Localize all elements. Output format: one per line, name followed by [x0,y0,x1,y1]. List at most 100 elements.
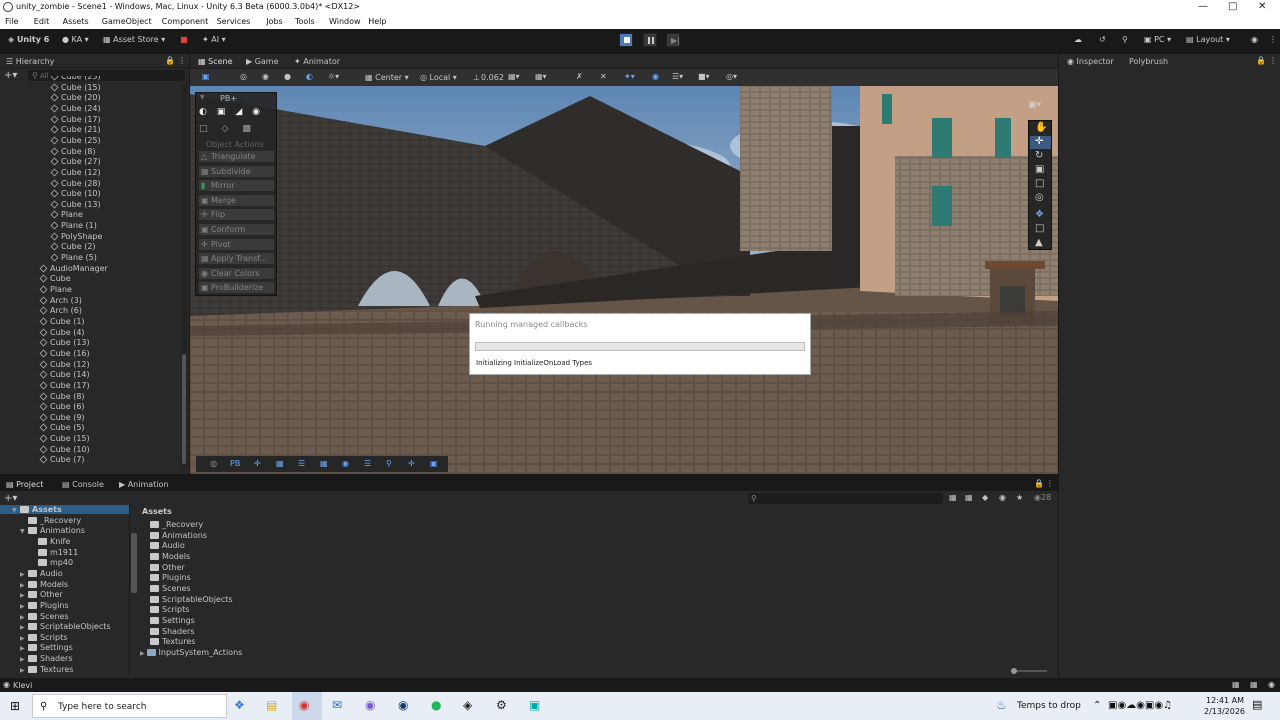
menu-jobs[interactable]: Jobs [266,17,283,26]
settings-icon[interactable]: ▣ [430,459,438,468]
project-tree-item[interactable]: ▶ Settings [20,643,73,652]
layers-icon[interactable]: ☰ [364,459,371,468]
pb-action-pivot[interactable]: ✛ Pivot [199,238,274,250]
gizmo-icon[interactable]: ✦▾ [624,72,635,81]
tab-polybrush[interactable]: Polybrush [1129,57,1168,66]
project-asset-item[interactable]: _Recovery [150,520,203,529]
lock-icon[interactable]: 🔒 [165,56,175,65]
more-icon[interactable]: ⋮ [1269,56,1277,65]
filter-icon[interactable]: ▦ [949,493,957,502]
expand-arrow-icon[interactable]: ▶ [20,645,28,652]
breadcrumb[interactable]: Assets [142,507,172,516]
favorite-icon[interactable]: ★ [1016,493,1023,502]
copilot-icon[interactable]: ❖ [234,698,245,712]
visibility-icon[interactable]: ◉ [652,72,659,81]
project-tree-item[interactable]: ▶ Other [20,590,63,599]
mail-icon[interactable]: ✉ [332,698,342,712]
hierarchy-item[interactable]: Cube (9) [39,413,85,422]
pb-action-subdivide[interactable]: ▦ Subdivide [199,165,274,177]
project-tree-item[interactable]: ▶ Plugins [20,601,69,610]
menu-edit[interactable]: Edit [34,17,50,26]
rotate-tool-icon[interactable]: ↻ [1035,150,1043,161]
menu-assets[interactable]: Assets [63,17,89,26]
menu-gameobject[interactable]: GameObject [102,17,152,26]
hierarchy-item[interactable]: Cube (10) [39,445,90,454]
hierarchy-item[interactable]: Arch (6) [39,306,82,315]
hierarchy-item[interactable]: Cube (12) [50,168,101,177]
zoom-slider[interactable] [1011,668,1047,674]
face-icon[interactable]: ☰ [298,459,305,468]
grid-icon[interactable]: ▦ [320,459,328,468]
layers-icon[interactable]: ☰▾ [672,72,683,81]
clock-time[interactable]: 12:41 AM [1206,696,1244,705]
poly-tool-icon[interactable]: ▲ [1035,237,1043,248]
account-dropdown[interactable]: ● KA ▾ [62,35,89,44]
rect-tool-icon[interactable]: □ [1035,178,1044,189]
menu-window[interactable]: Window [329,17,361,26]
hierarchy-item[interactable]: Cube (17) [39,381,90,390]
hierarchy-item[interactable]: Cube (5) [39,423,85,432]
project-tree-item[interactable]: ▶ ScriptableObjects [20,622,111,631]
debug-icon[interactable]: ▦ [1250,680,1258,689]
hierarchy-item[interactable]: Plane [50,210,83,219]
asset-store-button[interactable]: ▦ Asset Store ▾ [103,35,165,44]
sync-icon[interactable]: ▦ [1232,680,1240,689]
expand-arrow-icon[interactable]: ▶ [20,603,28,610]
hierarchy-item[interactable]: PolyShape [50,232,102,241]
project-tree-item[interactable]: ▶ Models [20,580,68,589]
hierarchy-item[interactable]: Cube (14) [39,370,90,379]
hierarchy-item[interactable]: Cube (27) [50,157,101,166]
lock-icon[interactable]: 🔒 [1256,56,1266,65]
expand-arrow-icon[interactable]: ▶ [20,624,28,631]
move-tool-icon[interactable]: ✛ [1035,136,1043,147]
expand-arrow-icon[interactable]: ▶ [20,592,28,599]
hierarchy-item[interactable]: Cube (6) [39,402,85,411]
grid-icon[interactable]: ▦▾ [535,72,547,81]
hierarchy-item[interactable]: Cube (15) [39,434,90,443]
grid-snap-icon[interactable]: ▦▾ [508,72,520,81]
edge-icon[interactable]: ▦ [276,459,284,468]
close-icon[interactable]: ✕ [1258,1,1266,12]
play-button[interactable] [619,33,633,47]
hierarchy-item[interactable]: Cube (24) [50,104,101,113]
project-tree-item[interactable]: ▶ Scenes [20,612,69,621]
project-asset-item[interactable]: Scenes [150,584,191,593]
shape-tool-icon[interactable]: □ [1035,223,1044,234]
orientation-icon[interactable]: ◎▾ [726,72,737,81]
tab-project[interactable]: ▤ Project [6,480,43,489]
scrollbar[interactable] [181,84,187,470]
tab-inspector[interactable]: ◉ Inspector [1067,57,1114,66]
project-asset-item[interactable]: ▶ InputSystem_Actions [140,648,242,657]
hierarchy-item[interactable]: Cube (15) [50,83,101,92]
camera-icon[interactable]: ■▾ [698,72,710,81]
hierarchy-item[interactable]: Cube (7) [39,455,85,464]
tool-icon-1[interactable]: ✗ [576,72,583,81]
notification-center-icon[interactable]: ▤ [1252,698,1262,711]
cloud-icon[interactable]: ☁ [1074,35,1082,44]
sphere-icon[interactable]: ◉ [342,459,349,468]
tree-scrollbar[interactable] [131,533,137,593]
project-tree-item[interactable]: ▼ Animations [20,526,85,535]
global-icon[interactable]: ◎ [240,72,247,81]
tab-game[interactable]: ▶ Game [246,57,279,66]
custom-tool-icon[interactable]: ❖ [1035,209,1044,220]
snap-icon[interactable]: ⊥ [473,73,480,82]
project-asset-item[interactable]: Shaders [150,627,195,636]
more-icon[interactable]: ⋮ [1269,35,1277,44]
edit-mode-icons[interactable]: □◇▩ [199,124,265,134]
unity-editor-icon[interactable]: ⚙ [496,698,507,712]
hand-tool-icon[interactable]: ✋ [1035,122,1047,133]
vertex-icon[interactable]: ✛ [254,459,261,468]
hierarchy-item[interactable]: Cube (4) [39,328,85,337]
windows-start-icon[interactable]: ⊞ [10,699,20,713]
pb-action-flip[interactable]: ✛ Flip [199,209,274,221]
history-icon[interactable]: ↺ [1099,35,1106,44]
project-asset-item[interactable]: Settings [150,616,195,625]
project-tree-item[interactable]: _Recovery [20,516,81,525]
hierarchy-item[interactable]: Cube (25) [50,136,101,145]
hierarchy-item[interactable]: Cube (12) [39,360,90,369]
tray-icons[interactable]: ▣◉☁◉▣◉♫ [1108,700,1172,711]
expand-arrow-icon[interactable]: ▶ [140,650,147,657]
pb-action-probuilderize[interactable]: ▣ ProBuilderize [199,282,274,294]
tab-hierarchy[interactable]: ☰ Hierarchy [6,57,54,66]
